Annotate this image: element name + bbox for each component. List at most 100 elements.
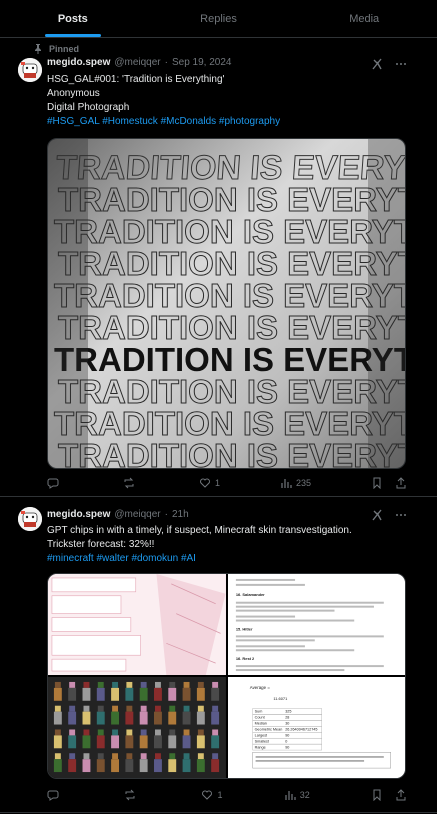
media-chat-screenshot[interactable] <box>48 574 226 675</box>
skin-body <box>154 735 162 749</box>
skin-body <box>68 687 77 701</box>
skin-head <box>197 705 204 712</box>
skin-head <box>69 729 76 736</box>
skin-body <box>125 687 134 701</box>
skin-head <box>154 681 161 688</box>
post-date[interactable]: Sep 19, 2024 <box>172 57 232 68</box>
stats-value: 28 <box>285 716 289 720</box>
skin-head <box>140 705 147 712</box>
like-action[interactable]: 1 <box>199 477 220 489</box>
reply-action[interactable] <box>47 789 63 801</box>
skin-head <box>169 729 176 736</box>
avatar[interactable] <box>18 58 42 82</box>
tab-media[interactable]: Media <box>291 0 437 37</box>
pinned-label: Pinned <box>49 44 80 54</box>
skin-head <box>154 729 161 736</box>
skin-head <box>140 753 147 760</box>
media-document-screenshot[interactable]: 16. Salamander 15. Hitler 16. Rest 2 <box>227 574 405 675</box>
share-icon[interactable] <box>395 789 407 801</box>
repost-action[interactable] <box>124 789 140 801</box>
heart-icon <box>202 790 213 800</box>
skin-head <box>112 729 119 736</box>
more-icon[interactable] <box>395 509 407 521</box>
skin-head <box>140 681 147 688</box>
bookmark-icon[interactable] <box>371 789 383 801</box>
media-statistics-screenshot[interactable]: Average = 11.6071 Sum 325 Count 28 Median 30 G… <box>227 677 405 778</box>
like-action[interactable]: 1 <box>201 789 222 801</box>
skin-body <box>53 735 62 749</box>
skin-head <box>183 681 190 688</box>
post-header: megido.spew @meiqqer · Sep 19, 2024 <box>47 57 231 68</box>
pin-icon <box>35 44 41 54</box>
post-media-grid[interactable]: 16. Salamander 15. Hitler 16. Rest 2 Ave… <box>47 573 406 779</box>
skin-body <box>111 759 119 773</box>
views-action[interactable]: 32 <box>284 789 310 801</box>
skin-head <box>197 681 204 688</box>
more-icon[interactable] <box>395 58 407 70</box>
skin-body <box>154 687 162 701</box>
avatar[interactable] <box>18 507 42 531</box>
repost-action[interactable] <box>123 477 139 489</box>
skin-head <box>54 705 61 712</box>
skin-head <box>169 705 176 712</box>
minecraft-skins-image <box>48 677 226 778</box>
skin-body <box>82 759 91 773</box>
grok-icon[interactable] <box>371 509 383 521</box>
skin-head <box>126 681 133 688</box>
skin-head <box>212 729 219 736</box>
display-name[interactable]: megido.spew <box>47 57 110 68</box>
photo-tradition-is-everything: TRADITION IS EVERYTHING TRADITION IS EVE… <box>48 139 405 468</box>
post-date[interactable]: 21h <box>172 509 189 520</box>
skin-head <box>183 729 190 736</box>
stats-label: Sum <box>254 710 262 714</box>
skin-head <box>169 753 176 760</box>
post-text-line: GPT chips in with a timely, if suspect, … <box>47 525 352 536</box>
skin-body <box>111 687 119 701</box>
tab-posts[interactable]: Posts <box>0 0 146 37</box>
skin-body <box>196 687 205 701</box>
post-header: megido.spew @meiqqer · 21h <box>47 509 189 520</box>
post-actions: 1 32 <box>47 789 407 801</box>
avatar-image <box>18 507 42 531</box>
stats-label: Median <box>254 722 266 726</box>
views-action[interactable]: 235 <box>280 477 311 489</box>
post-text-line: Digital Photograph <box>47 102 130 113</box>
tab-replies[interactable]: Replies <box>146 0 292 37</box>
post-text-line: HSG_GAL#001: 'Tradition is Everything' <box>47 74 225 85</box>
stats-label: Smallest <box>254 739 269 743</box>
post-text: HSG_GAL#001: 'Tradition is Everything' A… <box>47 73 417 129</box>
user-handle[interactable]: @meiqqer <box>114 57 160 68</box>
skin-head <box>97 753 104 760</box>
like-count: 1 <box>214 478 220 488</box>
post[interactable]: megido.spew @meiqqer · 21h GPT chips in … <box>0 497 437 813</box>
display-name[interactable]: megido.spew <box>47 509 110 520</box>
skin-head <box>97 705 104 712</box>
skin-head <box>69 705 76 712</box>
view-count: 235 <box>295 478 311 488</box>
reply-action[interactable] <box>47 477 63 489</box>
grok-icon[interactable] <box>371 58 383 70</box>
post-pinned[interactable]: Pinned megido.spew @meiqqer · Sep 19, 20… <box>0 38 437 497</box>
hashtags[interactable]: #HSG_GAL #Homestuck #McDonalds #photogra… <box>47 116 280 127</box>
separator-dot: · <box>164 57 168 68</box>
skin-head <box>183 753 190 760</box>
like-count: 1 <box>217 790 223 800</box>
skin-head <box>126 729 133 736</box>
hashtags[interactable]: #minecraft #walter #domokun #AI <box>47 553 196 564</box>
skin-head <box>97 729 104 736</box>
chat-screenshot-image <box>48 574 226 675</box>
skin-body <box>125 735 134 749</box>
skin-head <box>112 753 119 760</box>
stats-value: 90 <box>285 745 289 749</box>
media-minecraft-skins[interactable] <box>48 677 226 778</box>
skin-body <box>125 711 134 725</box>
post-photo[interactable]: TRADITION IS EVERYTHING TRADITION IS EVE… <box>47 138 406 469</box>
average-value: 11.6071 <box>273 696 287 701</box>
skin-body <box>139 711 148 725</box>
share-icon[interactable] <box>395 477 407 489</box>
bookmark-icon[interactable] <box>371 477 383 489</box>
document-screenshot-image: 16. Salamander 15. Hitler 16. Rest 2 <box>227 574 405 675</box>
user-handle[interactable]: @meiqqer <box>114 509 160 520</box>
skin-body <box>96 735 105 749</box>
doc-heading: 16. Salamander <box>235 592 264 597</box>
